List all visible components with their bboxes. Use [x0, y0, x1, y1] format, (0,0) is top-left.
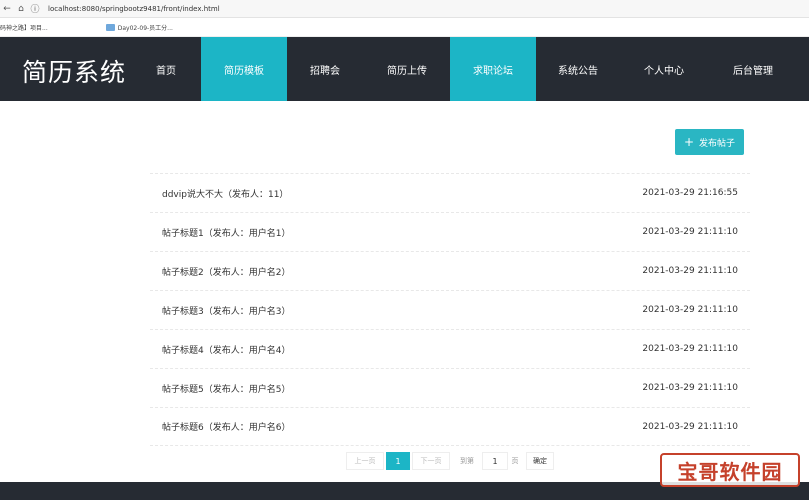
post-date: 2021-03-29 21:11:10: [642, 421, 738, 432]
post-date: 2021-03-29 21:11:10: [642, 344, 738, 354]
site-header: 简历系统 首页 简历模板 招聘会 简历上传 求职论坛 系统公告 个人中心 后台管…: [0, 37, 809, 101]
post-title: 帖子标题4（发布人：用户名4）: [162, 345, 291, 356]
arrow-left-icon[interactable]: ←: [0, 2, 14, 16]
list-item[interactable]: ddvip说大不大（发布人：11） 2021-03-29 21:16:55: [150, 173, 750, 212]
post-date: 2021-03-29 21:16:55: [642, 188, 738, 198]
publish-post-button[interactable]: + 发布帖子: [675, 129, 744, 155]
browser-address-bar: ← ⌂ ⓘ localhost:8080/springbootz9481/fro…: [0, 0, 809, 18]
list-item[interactable]: 帖子标题3（发布人：用户名3） 2021-03-29 21:11:10: [150, 290, 750, 329]
site-logo: 简历系统: [22, 58, 127, 87]
next-page-button[interactable]: 下一页: [412, 452, 450, 470]
plus-icon: +: [683, 135, 695, 149]
nav-announcements[interactable]: 系统公告: [536, 37, 620, 101]
bookmarks-bar: 码神之路】项目... Day02-09-员工分...: [0, 18, 809, 37]
list-item[interactable]: 帖子标题4（发布人：用户名4） 2021-03-29 21:11:10: [150, 329, 750, 368]
home-icon[interactable]: ⌂: [14, 2, 28, 16]
nav-admin[interactable]: 后台管理: [710, 37, 796, 101]
post-date: 2021-03-29 21:11:10: [642, 227, 738, 237]
post-title: 帖子标题5（发布人：用户名5）: [162, 384, 291, 395]
current-page-button[interactable]: 1: [386, 452, 410, 470]
watermark-logo: 宝哥软件园: [660, 452, 806, 488]
page-suffix-label: 页: [511, 457, 519, 465]
post-date: 2021-03-29 21:11:10: [642, 305, 738, 315]
bookmark-2[interactable]: Day02-09-员工分...: [105, 23, 173, 32]
confirm-page-button[interactable]: 确定: [526, 452, 554, 470]
url-text[interactable]: localhost:8080/springbootz9481/front/ind…: [48, 5, 220, 13]
watermark-box: 宝哥软件园: [660, 453, 800, 487]
folder-icon: [105, 23, 115, 31]
goto-label: 到第: [460, 457, 474, 465]
page-number-input[interactable]: 1: [482, 452, 508, 470]
list-item[interactable]: 帖子标题5（发布人：用户名5） 2021-03-29 21:11:10: [150, 368, 750, 407]
nav-home[interactable]: 首页: [136, 37, 196, 101]
watermark-text: 宝哥软件园: [677, 459, 783, 484]
nav-resume-upload[interactable]: 简历上传: [364, 37, 450, 101]
prev-page-button[interactable]: 上一页: [346, 452, 384, 470]
post-date: 2021-03-29 21:11:10: [642, 383, 738, 393]
list-item[interactable]: 帖子标题1（发布人：用户名1） 2021-03-29 21:11:10: [150, 212, 750, 251]
post-title: 帖子标题6（发布人：用户名6）: [162, 423, 291, 433]
post-title: 帖子标题2（发布人：用户名2）: [162, 267, 291, 278]
publish-post-label: 发布帖子: [699, 138, 736, 149]
post-title: ddvip说大不大（发布人：11）: [162, 189, 289, 200]
nav-job-forum[interactable]: 求职论坛: [450, 37, 536, 101]
post-date: 2021-03-29 21:11:10: [642, 266, 738, 276]
list-item[interactable]: 帖子标题2（发布人：用户名2） 2021-03-29 21:11:10: [150, 251, 750, 290]
nav-resume-templates[interactable]: 简历模板: [201, 37, 287, 101]
list-item[interactable]: 帖子标题6（发布人：用户名6） 2021-03-29 21:11:10: [150, 407, 750, 446]
nav-user-center[interactable]: 个人中心: [622, 37, 706, 101]
nav-job-fair[interactable]: 招聘会: [287, 37, 363, 101]
post-title: 帖子标题3（发布人：用户名3）: [162, 306, 291, 317]
info-icon[interactable]: ⓘ: [28, 2, 42, 16]
post-title: 帖子标题1（发布人：用户名1）: [162, 228, 291, 239]
bookmark-1[interactable]: 码神之路】项目...: [0, 23, 48, 32]
